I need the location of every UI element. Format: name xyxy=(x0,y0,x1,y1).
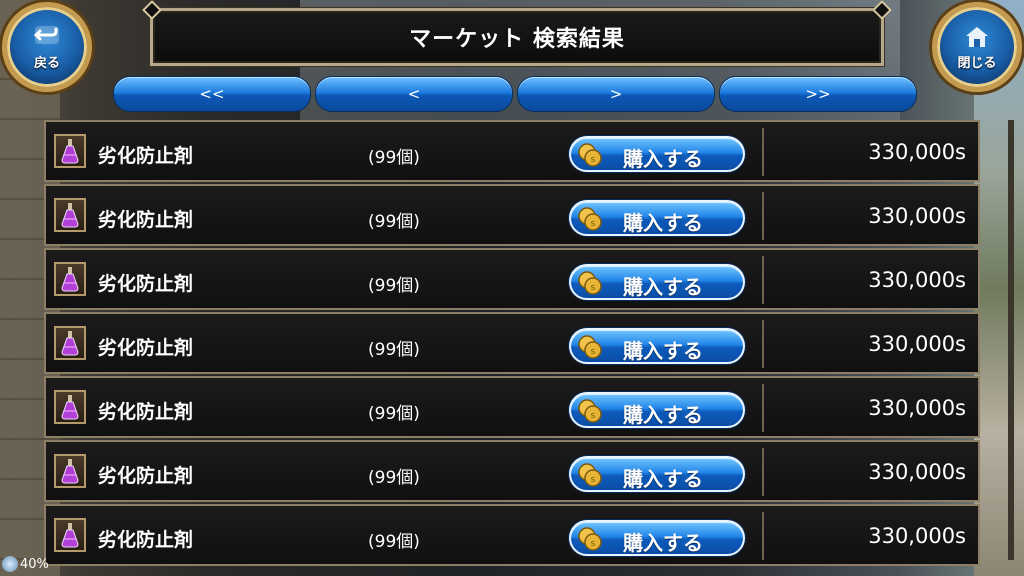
coin-icon: s xyxy=(578,271,602,295)
buy-button[interactable]: s 購入する xyxy=(569,264,745,300)
coin-icon: s xyxy=(578,207,602,231)
svg-text:s: s xyxy=(591,283,596,293)
potion-icon xyxy=(54,518,86,552)
back-button[interactable]: 戻る xyxy=(2,2,92,92)
buy-button[interactable]: s 購入する xyxy=(569,456,745,492)
item-name: 劣化防止剤 xyxy=(98,529,194,551)
buy-label: 購入する xyxy=(623,339,703,363)
potion-icon xyxy=(54,326,86,360)
listing-row: 劣化防止剤 (99個) s 購入する 330,000s xyxy=(44,504,980,566)
column-divider xyxy=(762,320,764,368)
svg-text:s: s xyxy=(591,411,596,421)
item-price: 330,000s xyxy=(868,396,966,420)
item-name: 劣化防止剤 xyxy=(98,401,194,423)
buy-button[interactable]: s 購入する xyxy=(569,328,745,364)
buy-label: 購入する xyxy=(623,403,703,427)
svg-text:s: s xyxy=(591,475,596,485)
potion-icon xyxy=(54,454,86,488)
listing-row: 劣化防止剤 (99個) s 購入する 330,000s xyxy=(44,440,980,502)
item-quantity: (99個) xyxy=(368,212,420,232)
item-quantity: (99個) xyxy=(368,276,420,296)
buy-label: 購入する xyxy=(623,211,703,235)
first-page-button[interactable]: << xyxy=(113,76,311,112)
scrollbar[interactable] xyxy=(1008,120,1014,560)
pagination: << < > >> xyxy=(113,76,917,112)
coin-icon: s xyxy=(578,143,602,167)
coin-icon: s xyxy=(578,527,602,551)
prev-page-button[interactable]: < xyxy=(315,76,513,112)
close-label: 閉じる xyxy=(957,55,997,71)
svg-text:s: s xyxy=(591,347,596,357)
svg-text:s: s xyxy=(591,155,596,165)
item-quantity: (99個) xyxy=(368,148,420,168)
item-quantity: (99個) xyxy=(368,532,420,552)
battery-level: 40% xyxy=(20,556,49,572)
buy-button[interactable]: s 購入する xyxy=(569,520,745,556)
battery-indicator: 40% xyxy=(2,556,49,572)
listing-row: 劣化防止剤 (99個) s 購入する 330,000s xyxy=(44,312,980,374)
buy-button[interactable]: s 購入する xyxy=(569,200,745,236)
svg-text:s: s xyxy=(591,219,596,229)
potion-icon xyxy=(54,134,86,168)
item-price: 330,000s xyxy=(868,332,966,356)
corner-ornament xyxy=(142,0,162,20)
item-price: 330,000s xyxy=(868,460,966,484)
listing-row: 劣化防止剤 (99個) s 購入する 330,000s xyxy=(44,376,980,438)
close-button[interactable]: 閉じる xyxy=(932,2,1022,92)
item-name: 劣化防止剤 xyxy=(98,465,194,487)
coin-icon: s xyxy=(578,463,602,487)
item-quantity: (99個) xyxy=(368,468,420,488)
buy-label: 購入する xyxy=(623,467,703,491)
listing-row: 劣化防止剤 (99個) s 購入する 330,000s xyxy=(44,248,980,310)
listing-list: 劣化防止剤 (99個) s 購入する 330,000s 劣化防止剤 (99個) … xyxy=(44,120,980,576)
listing-row: 劣化防止剤 (99個) s 購入する 330,000s xyxy=(44,184,980,246)
item-quantity: (99個) xyxy=(368,340,420,360)
listing-row: 劣化防止剤 (99個) s 購入する 330,000s xyxy=(44,120,980,182)
item-name: 劣化防止剤 xyxy=(98,209,194,231)
item-name: 劣化防止剤 xyxy=(98,145,194,167)
item-name: 劣化防止剤 xyxy=(98,337,194,359)
column-divider xyxy=(762,128,764,176)
back-label: 戻る xyxy=(33,55,60,71)
svg-text:s: s xyxy=(591,539,596,549)
column-divider xyxy=(762,512,764,560)
potion-icon xyxy=(54,262,86,296)
column-divider xyxy=(762,448,764,496)
buy-label: 購入する xyxy=(623,531,703,555)
item-price: 330,000s xyxy=(868,204,966,228)
column-divider xyxy=(762,192,764,240)
item-name: 劣化防止剤 xyxy=(98,273,194,295)
battery-icon xyxy=(2,556,18,572)
coin-icon: s xyxy=(578,335,602,359)
last-page-button[interactable]: >> xyxy=(719,76,917,112)
buy-label: 購入する xyxy=(623,147,703,171)
item-price: 330,000s xyxy=(868,524,966,548)
column-divider xyxy=(762,256,764,304)
potion-icon xyxy=(54,198,86,232)
back-arrow-icon xyxy=(33,25,59,44)
coin-icon: s xyxy=(578,399,602,423)
next-page-button[interactable]: > xyxy=(517,76,715,112)
item-quantity: (99個) xyxy=(368,404,420,424)
title-bar: マーケット 検索結果 xyxy=(142,0,892,66)
item-price: 330,000s xyxy=(868,140,966,164)
buy-button[interactable]: s 購入する xyxy=(569,136,745,172)
column-divider xyxy=(762,384,764,432)
home-icon xyxy=(966,26,988,47)
item-price: 330,000s xyxy=(868,268,966,292)
potion-icon xyxy=(54,390,86,424)
buy-label: 購入する xyxy=(623,275,703,299)
page-title: マーケット 検索結果 xyxy=(409,27,625,52)
buy-button[interactable]: s 購入する xyxy=(569,392,745,428)
